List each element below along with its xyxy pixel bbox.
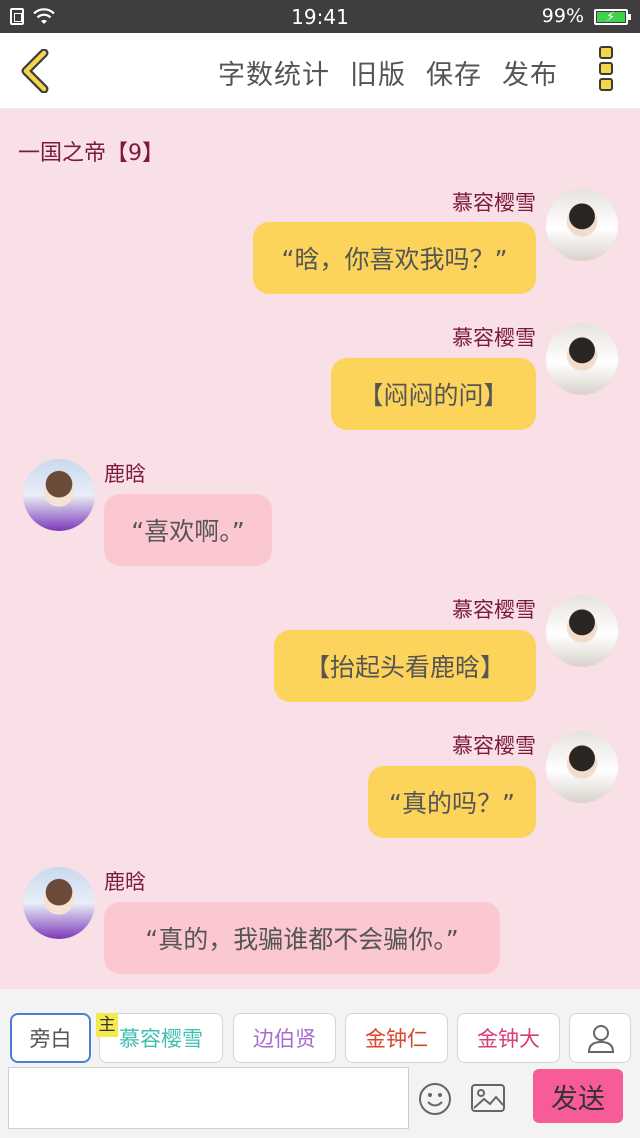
old-version-button[interactable]: 旧版 (350, 53, 406, 92)
message-bubble[interactable]: “真的吗？” (368, 766, 536, 838)
message-sender: 慕容樱雪 (452, 734, 536, 758)
message-sender: 慕容樱雪 (452, 191, 536, 215)
message-sender: 慕容樱雪 (452, 598, 536, 622)
main-role-badge: 主 (96, 1013, 118, 1037)
avatar[interactable] (546, 595, 618, 667)
word-count-button[interactable]: 字数统计 (218, 53, 330, 92)
battery-icon: ⚡ (594, 9, 631, 25)
avatar[interactable] (546, 731, 618, 803)
message-bubble[interactable]: “晗，你喜欢我吗？” (253, 222, 536, 294)
avatar[interactable] (546, 323, 618, 395)
publish-button[interactable]: 发布 (502, 53, 558, 92)
emoji-icon[interactable] (418, 1082, 452, 1116)
message-sender: 鹿晗 (104, 462, 146, 486)
message-bubble[interactable]: 【闷闷的问】 (331, 358, 536, 430)
avatar[interactable] (546, 189, 618, 261)
avatar[interactable] (23, 867, 95, 939)
role-chip-bian-boxian[interactable]: 边伯贤 (233, 1013, 336, 1063)
role-chip-narrator[interactable]: 旁白 (10, 1013, 91, 1063)
chat-area: 一国之帝【9】 慕容樱雪 “晗，你喜欢我吗？” 慕容樱雪 【闷闷的问】 鹿晗 “… (0, 109, 640, 989)
avatar[interactable] (23, 459, 95, 531)
message-bubble[interactable]: “真的，我骗谁都不会骗你。” (104, 902, 500, 974)
back-arrow-icon[interactable] (16, 49, 56, 93)
message-bubble[interactable]: 【抬起头看鹿晗】 (274, 630, 536, 702)
add-role-user-icon[interactable] (569, 1013, 631, 1063)
save-button[interactable]: 保存 (426, 53, 482, 92)
message-bubble[interactable]: “喜欢啊。” (104, 494, 272, 566)
role-chip-jin-zhongren[interactable]: 金钟仁 (345, 1013, 448, 1063)
toolbar: 字数统计 旧版 保存 发布 (0, 33, 640, 109)
send-button[interactable]: 发送 (533, 1069, 623, 1123)
composer-panel: 旁白 慕容樱雪 主 边伯贤 金钟仁 金钟大 发送 (0, 989, 640, 1138)
chat-title: 一国之帝【9】 (18, 141, 164, 166)
more-menu-icon[interactable] (592, 46, 620, 96)
role-chip-jin-zhongda[interactable]: 金钟大 (457, 1013, 560, 1063)
message-sender: 鹿晗 (104, 870, 146, 894)
image-icon[interactable] (470, 1082, 506, 1114)
message-input[interactable] (8, 1067, 409, 1129)
message-sender: 慕容樱雪 (452, 326, 536, 350)
status-bar: 19:41 99% ⚡ (0, 0, 640, 33)
battery-percent: 99% (541, 5, 584, 27)
